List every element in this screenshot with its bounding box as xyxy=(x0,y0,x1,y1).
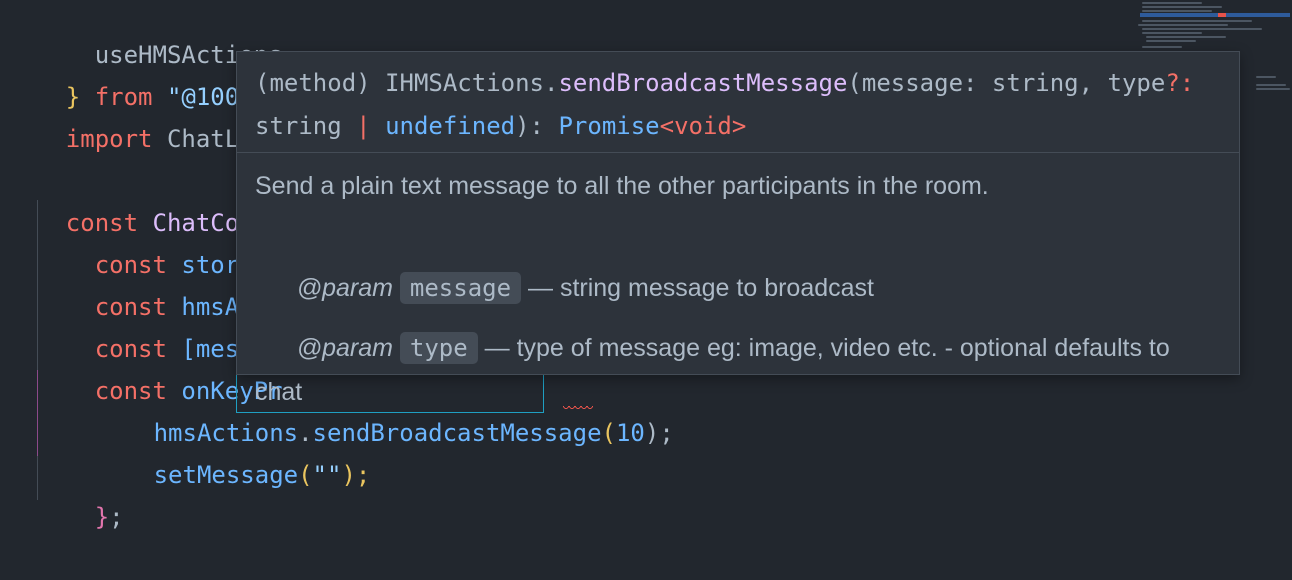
code-line-1: useHMSActions, xyxy=(8,0,297,69)
param-type-doc: @param type — type of message eg: image,… xyxy=(255,332,1177,406)
code-editor[interactable]: useHMSActions, } from "@100msli import C… xyxy=(0,0,1292,531)
keyword-import: import xyxy=(65,125,153,153)
hover-tooltip: (method) IHMSActions.sendBroadcastMessag… xyxy=(236,51,1240,406)
string-empty: "" xyxy=(312,461,342,489)
param-name-type: type xyxy=(399,332,478,364)
minimap-error-marker xyxy=(1218,13,1226,17)
code-line-12: }; xyxy=(94,503,124,531)
signature-method-name: sendBroadcastMessage xyxy=(558,69,848,97)
minimap-selection xyxy=(1140,13,1290,17)
param-tag: @param xyxy=(296,334,393,362)
identifier-setmessage: setMessage xyxy=(153,461,299,489)
brace-close-function: } xyxy=(94,503,110,531)
method-signature: (method) IHMSActions.sendBroadcastMessag… xyxy=(255,69,1209,140)
method-description: Send a plain text message to all the oth… xyxy=(255,172,989,200)
tooltip-divider xyxy=(237,152,1239,153)
